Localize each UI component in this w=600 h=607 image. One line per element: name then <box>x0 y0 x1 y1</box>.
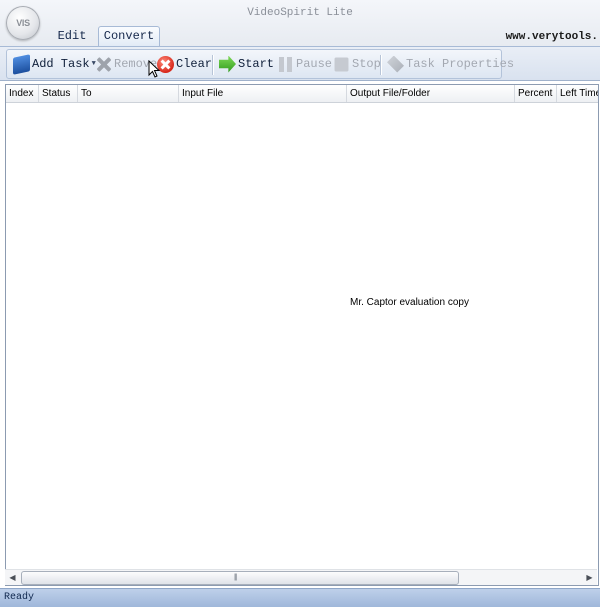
stop-button[interactable]: Stop <box>333 50 381 78</box>
mouse-cursor-icon <box>148 60 160 78</box>
toolbar-group: Add Task ▼ Remove Clear Start Pause Stop… <box>6 49 514 79</box>
pause-button[interactable]: Pause <box>277 50 332 78</box>
status-bar: Ready <box>0 588 600 607</box>
add-task-label: Add Task <box>32 57 90 71</box>
website-link[interactable]: www.verytools. <box>506 31 598 43</box>
start-label: Start <box>238 57 275 71</box>
column-header-left-time[interactable]: Left Time <box>557 85 598 102</box>
scroll-left-arrow-icon[interactable]: ◀ <box>5 570 20 585</box>
column-header-input-file[interactable]: Input File <box>179 85 347 102</box>
task-list-header: Index Status To Input File Output File/F… <box>6 85 598 103</box>
remove-icon <box>95 56 112 73</box>
task-list[interactable]: Index Status To Input File Output File/F… <box>5 84 599 586</box>
start-icon <box>219 55 236 73</box>
column-header-index[interactable]: Index <box>6 85 39 102</box>
toolbar-separator <box>380 55 381 75</box>
pause-icon <box>277 56 294 73</box>
tab-edit[interactable]: Edit <box>52 27 92 45</box>
task-properties-label: Task Properties <box>406 57 515 71</box>
window-title: VideoSpirit Lite <box>247 7 353 19</box>
grip-icon: ||| <box>234 574 238 581</box>
scroll-thumb[interactable]: ||| <box>21 571 459 585</box>
stop-label: Stop <box>352 57 381 71</box>
add-task-button[interactable]: Add Task ▼ <box>13 50 96 78</box>
tab-convert[interactable]: Convert <box>98 26 160 46</box>
toolbar-separator <box>212 55 213 75</box>
column-header-to[interactable]: To <box>78 85 179 102</box>
evaluation-watermark: Mr. Captor evaluation copy <box>350 297 469 308</box>
column-header-percent[interactable]: Percent <box>515 85 557 102</box>
clear-button[interactable]: Clear <box>157 50 212 78</box>
app-logo-text: VIS <box>16 18 30 28</box>
status-text: Ready <box>4 592 35 603</box>
column-header-status[interactable]: Status <box>39 85 78 102</box>
pause-label: Pause <box>296 57 333 71</box>
stop-icon <box>334 57 349 71</box>
start-button[interactable]: Start <box>219 50 274 78</box>
horizontal-scrollbar[interactable]: ◀ ||| ▶ <box>5 569 597 585</box>
scroll-right-arrow-icon[interactable]: ▶ <box>582 570 597 585</box>
add-task-icon <box>13 53 30 75</box>
task-properties-button[interactable]: Task Properties <box>387 50 514 78</box>
clear-label: Clear <box>176 57 213 71</box>
task-properties-icon <box>387 55 404 73</box>
column-header-output-file[interactable]: Output File/Folder <box>347 85 515 102</box>
title-bar: VIS VideoSpirit Lite Edit Convert www.ve… <box>0 0 600 46</box>
toolbar: Add Task ▼ Remove Clear Start Pause Stop… <box>0 46 600 81</box>
